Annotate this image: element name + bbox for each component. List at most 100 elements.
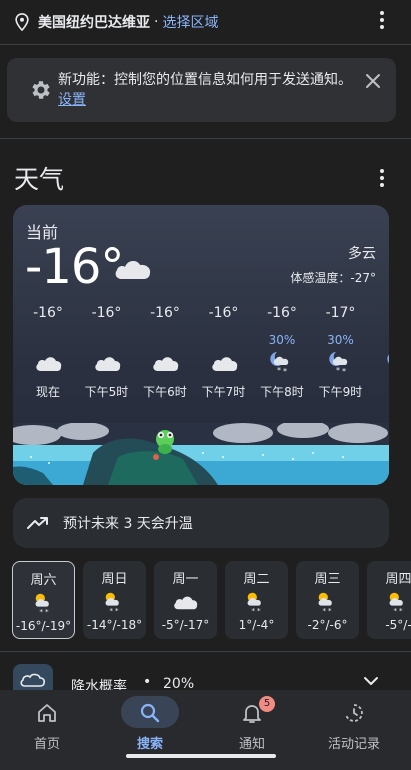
- daily-day-label: 周二: [243, 572, 270, 587]
- weather-more-icon[interactable]: [372, 166, 392, 190]
- condition-text: 多云: [348, 246, 376, 262]
- daily-day-label: 周四: [385, 572, 411, 587]
- daily-icon: * *: [31, 590, 57, 616]
- nav-notifications[interactable]: 5 通知: [202, 690, 302, 760]
- bottom-navigation: 首页 搜索 5 通知 活动记录: [0, 690, 411, 770]
- notice-text: 新功能：控制您的位置信息如何用于发送通知。设置: [58, 70, 358, 110]
- svg-text:*: *: [109, 606, 113, 613]
- hourly-time-label: 下午8时: [260, 385, 304, 399]
- location-bar: 美国纽约巴达维亚 · 选择区域: [0, 0, 411, 44]
- weather-card[interactable]: 当前 -16° 多云 体感温度：-27° -16° 现在 -16° 下午5时 -16° 下…: [13, 205, 389, 485]
- nav-activity-label: 活动记录: [327, 737, 380, 752]
- temperature-trend-card[interactable]: 预计未来 3 天会升温: [13, 498, 389, 548]
- home-icon: [38, 704, 56, 722]
- hourly-temperature: -16°: [91, 305, 122, 321]
- hourly-icon: [34, 349, 62, 375]
- trending-up-icon: [27, 517, 48, 529]
- hourly-time-label: 下午6时: [143, 385, 187, 399]
- night-snow-icon: **: [328, 352, 347, 376]
- daily-icon: * *: [243, 589, 269, 615]
- svg-text:*: *: [115, 606, 119, 613]
- daily-forecast-item[interactable]: 周六 * * -16°/-19°: [12, 561, 75, 639]
- svg-text:*: *: [342, 367, 346, 375]
- night-snow-icon: **: [387, 354, 389, 364]
- hourly-icon: **: [385, 349, 389, 375]
- daily-forecast-item[interactable]: 周二 * * 1°/-4°: [225, 561, 288, 639]
- location-separator: ·: [154, 14, 159, 30]
- settings-link[interactable]: 设置: [58, 92, 86, 108]
- hourly-item: -16° 下午6时: [136, 305, 194, 405]
- hourly-icon: **: [268, 349, 296, 376]
- nav-home[interactable]: 首页: [0, 690, 97, 760]
- nav-search-label: 搜索: [136, 737, 163, 752]
- daily-day-label: 周一: [172, 572, 199, 587]
- hourly-item: - 3 ** 下: [370, 305, 389, 405]
- home-indicator: [126, 754, 276, 758]
- cloudy-icon: [174, 596, 198, 610]
- hourly-time-label: 下午9时: [318, 385, 363, 399]
- svg-text:*: *: [277, 366, 281, 375]
- svg-text:*: *: [336, 366, 340, 375]
- hourly-item: -16° 下午5时: [78, 305, 136, 405]
- hourly-icon: [93, 349, 121, 375]
- nav-activity[interactable]: 活动记录: [304, 690, 404, 760]
- svg-text:*: *: [45, 607, 49, 614]
- nav-search[interactable]: 搜索: [100, 690, 200, 760]
- current-temperature: -16°: [25, 239, 124, 295]
- daily-temperature-range: -5°/-: [385, 618, 411, 632]
- hourly-time-label: 下午7时: [201, 385, 246, 399]
- daily-icon: * *: [101, 589, 127, 615]
- svg-text:*: *: [322, 606, 326, 613]
- nav-notifications-label: 通知: [238, 737, 265, 752]
- svg-text:*: *: [393, 606, 397, 613]
- hourly-icon: [151, 349, 179, 375]
- daily-forecast-item[interactable]: 周三 * * -2°/-6°: [296, 561, 359, 639]
- hourly-temperature: -16°: [33, 305, 63, 321]
- hourly-time-label: 下午5时: [84, 385, 129, 399]
- daily-icon: * *: [385, 589, 411, 615]
- daily-forecast-item[interactable]: 周四 * * -5°/-: [367, 561, 411, 639]
- daily-forecast-item[interactable]: 周一 -5°/-17°: [154, 561, 217, 639]
- cloudy-icon: [211, 357, 237, 371]
- daily-temperature-range: -5°/-17°: [161, 618, 210, 632]
- hourly-temperature: -16°: [267, 305, 297, 321]
- gear-icon: [32, 81, 50, 99]
- feels-like-text: 体感温度：-27°: [290, 271, 376, 285]
- location-pin-icon: [15, 13, 29, 31]
- svg-text:*: *: [257, 606, 261, 613]
- precipitation-dot: •: [143, 674, 152, 690]
- hourly-precip-chance: 30%: [327, 333, 354, 347]
- cloudy-icon: [115, 261, 151, 279]
- snow-sun-icon: * *: [247, 592, 261, 615]
- hourly-time-label: 下: [370, 383, 389, 400]
- snow-sun-icon: * *: [105, 592, 119, 615]
- weather-title: 天气: [14, 165, 65, 194]
- hourly-temperature: -16°: [208, 305, 239, 321]
- svg-text:*: *: [39, 607, 43, 614]
- notice-card: 新功能：控制您的位置信息如何用于发送通知。设置: [7, 58, 396, 122]
- trend-text: 预计未来 3 天会升温: [63, 516, 193, 532]
- daily-forecast-item[interactable]: 周日 * * -14°/-18°: [83, 561, 146, 639]
- daily-icon: * *: [314, 589, 340, 615]
- chevron-down-icon[interactable]: [363, 676, 379, 686]
- more-options-icon[interactable]: [372, 8, 392, 32]
- close-icon[interactable]: [364, 72, 382, 90]
- hourly-item: -16° 30% * * 下午8时: [253, 305, 311, 405]
- divider: [0, 651, 411, 652]
- daily-temperature-range: -16°/-19°: [15, 619, 72, 633]
- daily-temperature-range: 1°/-4°: [238, 618, 275, 632]
- hourly-item: -16° 现在: [19, 305, 77, 405]
- hourly-icon: [210, 349, 238, 375]
- svg-text:*: *: [251, 606, 255, 613]
- snow-sun-icon: * *: [318, 592, 332, 615]
- hourly-time-label: 现在: [35, 385, 60, 399]
- svg-text:*: *: [283, 367, 287, 375]
- hourly-precip-chance: 3: [370, 333, 389, 347]
- hourly-icon: **: [327, 349, 355, 376]
- choose-region-link[interactable]: 选择区域: [162, 12, 218, 32]
- nav-home-label: 首页: [33, 737, 60, 752]
- daily-day-label: 周三: [314, 572, 341, 587]
- divider: [0, 138, 411, 139]
- hourly-item: -17° 30% * * 下午9时: [312, 305, 370, 405]
- divider: [0, 44, 411, 45]
